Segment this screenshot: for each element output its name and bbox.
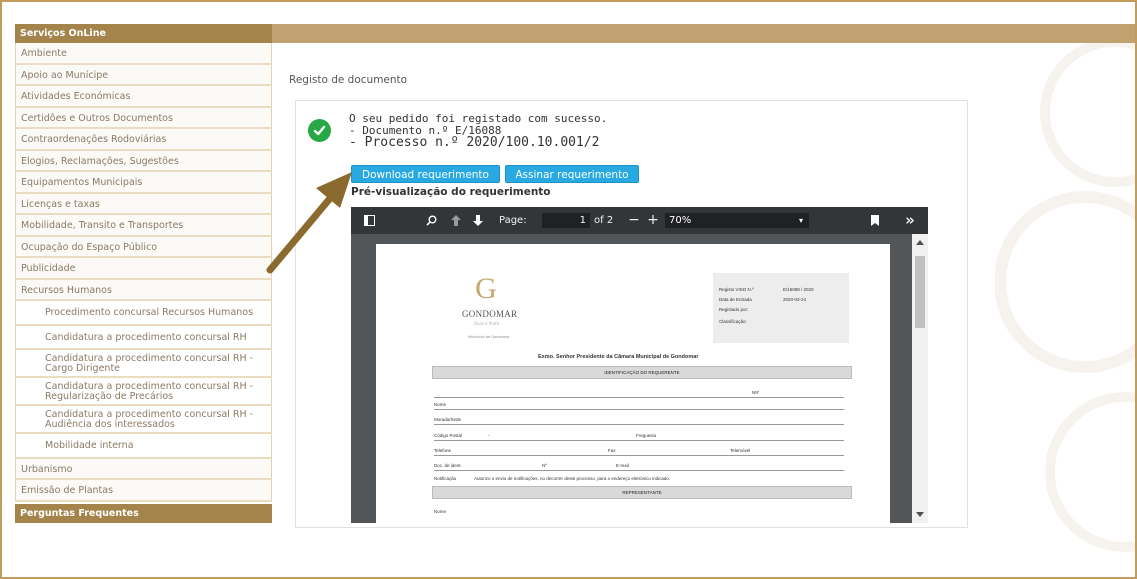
sidebar-subitem-candidatura-rh[interactable]: Candidatura a procedimento concursal RH <box>15 325 272 350</box>
scroll-thumb[interactable] <box>915 256 925 328</box>
gondomar-logo-icon: G <box>475 272 497 305</box>
notification-text: Autorizo o envio de notificações, no dec… <box>474 476 671 481</box>
sidebar-subitem-candidatura-precarios[interactable]: Candidatura a procedimento concursal RH … <box>15 378 272 406</box>
zoom-out-button[interactable]: − <box>627 207 641 234</box>
reg-label: Classificação: <box>719 319 747 324</box>
field-freguesia: Freguesia <box>636 433 657 438</box>
field-email: E-mail <box>616 463 629 468</box>
field-line <box>434 424 844 425</box>
sidebar-item-atividades-economicas[interactable]: Atividades Económicas <box>15 86 272 108</box>
section-representative: REPRESENTANTE <box>432 486 852 499</box>
field-line <box>434 455 844 456</box>
logo-tagline: Ouro e Prata <box>474 321 500 326</box>
page-number-input[interactable]: 1 <box>542 213 590 228</box>
field-nome: Nome <box>434 402 447 407</box>
sidebar-subitem-procedimento-concursal[interactable]: Procedimento concursal Recursos Humanos <box>15 301 272 326</box>
check-icon <box>308 119 331 142</box>
bookmark-icon[interactable] <box>868 207 882 234</box>
assinar-requerimento-button[interactable]: Assinar requerimento <box>505 165 639 183</box>
pdf-viewer[interactable]: Page: 1 of 2 − + 70% ▾ » G GONDOMAR Ouro… <box>351 207 928 523</box>
field-notificacao: Notificação <box>434 476 457 481</box>
sidebar-item-equipamentos[interactable]: Equipamentos Municipais <box>15 172 272 194</box>
sidebar-item-elogios[interactable]: Elogios, Reclamações, Sugestões <box>15 150 272 172</box>
field-line <box>434 440 844 441</box>
subitem-line: Regularização de Precários <box>45 390 174 402</box>
field-nome-representante: Nome <box>434 509 447 514</box>
field-line <box>434 397 844 398</box>
page-frame: Serviços OnLine Ambiente Apoio ao Muníci… <box>0 0 1137 579</box>
sidebar-item-contraordenacoes[interactable]: Contraordenações Rodoviárias <box>15 129 272 151</box>
sidebar-item-recursos-humanos[interactable]: Recursos Humanos <box>15 279 272 301</box>
reg-label: Data de Entrada <box>719 297 752 302</box>
field-doc: Doc. de ident. <box>434 463 462 468</box>
field-codigo-sep: - <box>488 433 490 438</box>
sidebar-item-publicidade[interactable]: Publicidade <box>15 258 272 280</box>
search-icon[interactable] <box>423 207 439 234</box>
next-page-icon[interactable] <box>471 207 485 234</box>
scroll-up-icon[interactable] <box>916 240 924 245</box>
chevron-down-icon: ▾ <box>798 216 803 225</box>
sidebar-item-ocupacao[interactable]: Ocupação do Espaço Público <box>15 236 272 258</box>
sidebar-item-certidoes[interactable]: Certidões e Outros Documentos <box>15 107 272 129</box>
page-total: of 2 <box>594 215 614 226</box>
field-morada: Morada/Sede <box>434 417 462 422</box>
sidebar-item-licencas[interactable]: Licenças e taxas <box>15 193 272 215</box>
field-telefone: Telefone <box>434 448 452 453</box>
zoom-select[interactable]: 70% ▾ <box>665 213 809 228</box>
field-doc-num: Nº <box>542 463 547 468</box>
success-message-block: O seu pedido foi registado com sucesso. … <box>349 113 607 150</box>
previous-page-icon[interactable] <box>449 207 463 234</box>
preview-label: Pré-visualização do requerimento <box>351 186 551 198</box>
field-line <box>434 409 844 410</box>
reg-label: Registado por: <box>719 307 749 312</box>
annotation-arrow-icon <box>266 172 352 274</box>
sidebar-toggle-icon[interactable] <box>361 207 377 234</box>
sidebar-item-ambiente[interactable]: Ambiente <box>15 43 272 65</box>
page-label: Page: <box>499 215 527 226</box>
field-codigo-postal: Código Postal <box>434 433 463 438</box>
section-applicant: IDENTIFICAÇÃO DO REQUERENTE <box>432 366 852 379</box>
sidebar-subitem-candidatura-dirigente[interactable]: Candidatura a procedimento concursal RH … <box>15 350 272 378</box>
page-title: Registo de documento <box>289 74 408 86</box>
sidebar-subitem-mobilidade-interna[interactable]: Mobilidade interna <box>15 434 272 459</box>
field-telemovel: Telemóvel <box>730 448 751 453</box>
services-sidebar: Serviços OnLine Ambiente Apoio ao Muníci… <box>15 24 272 523</box>
sidebar-subitem-candidatura-audiencia[interactable]: Candidatura a procedimento concursal RH … <box>15 406 272 434</box>
sidebar-item-urbanismo[interactable]: Urbanismo <box>15 458 272 480</box>
field-line <box>434 470 844 471</box>
sidebar-item-apoio-municipe[interactable]: Apoio ao Munícipe <box>15 64 272 86</box>
field-nif: NIF <box>752 390 760 395</box>
sidebar-item-perguntas-frequentes[interactable]: Perguntas Frequentes <box>15 503 272 523</box>
reg-value: 2020-03-24 <box>783 297 807 302</box>
field-fax: Fax <box>608 448 616 453</box>
top-banner <box>272 24 1135 43</box>
pdf-page: G GONDOMAR Ouro e Prata Município de Gon… <box>376 244 890 523</box>
logo-small-text: Município de Gondomar <box>468 335 510 339</box>
scroll-down-icon[interactable] <box>916 512 924 517</box>
decorative-watermark-icon <box>995 37 1135 552</box>
subitem-line: Cargo Dirigente <box>45 362 121 374</box>
sidebar-header: Serviços OnLine <box>15 24 272 43</box>
reg-label: Registo VISO N.º <box>719 287 754 292</box>
registration-box: Registo VISO N.º E/16088 / 2020 Data de … <box>713 273 849 343</box>
more-tools-button[interactable]: » <box>900 207 920 234</box>
pdf-scrollbar[interactable] <box>912 234 928 523</box>
zoom-value: 70% <box>669 215 692 226</box>
subitem-line: Audiência dos interessados <box>45 418 175 430</box>
pdf-toolbar: Page: 1 of 2 − + 70% ▾ » <box>351 207 928 234</box>
zoom-in-button[interactable]: + <box>646 207 660 234</box>
download-requerimento-button[interactable]: Download requerimento <box>351 165 500 183</box>
sidebar-item-mobilidade[interactable]: Mobilidade, Transito e Transportes <box>15 215 272 237</box>
reg-value: E/16088 / 2020 <box>783 287 814 292</box>
logo-name: GONDOMAR <box>462 309 518 319</box>
addressee: Exmo. Senhor Presidente da Câmara Munici… <box>538 354 699 360</box>
sidebar-item-emissao-plantas[interactable]: Emissão de Plantas <box>15 480 272 502</box>
process-number: - Processo n.º 2020/100.10.001/2 <box>349 135 600 150</box>
